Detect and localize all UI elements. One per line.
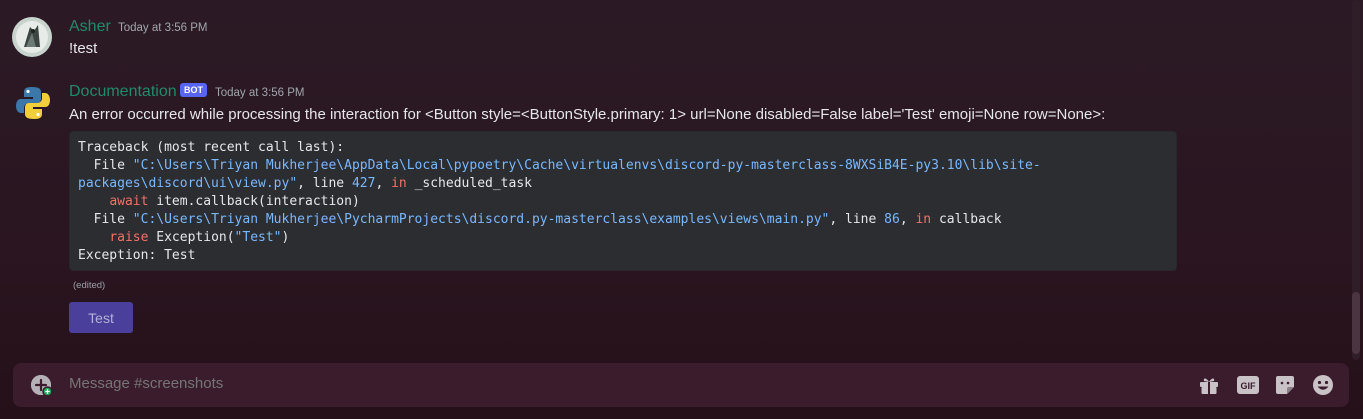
gif-label: GIF (1241, 381, 1257, 391)
gif-icon[interactable]: GIF (1236, 374, 1260, 396)
message-input[interactable] (69, 375, 1169, 392)
code-string: "Test" (234, 230, 282, 245)
code-number: 427 (351, 176, 376, 191)
sticker-icon[interactable] (1274, 374, 1298, 396)
gift-icon[interactable] (1198, 374, 1222, 396)
python-avatar-icon[interactable] (14, 84, 52, 122)
message-documentation: Documentation BOT Today at 3:56 PM An er… (0, 0, 1340, 340)
code-string: "C:\Users\Triyan Mukherjee\PycharmProjec… (132, 212, 830, 227)
username[interactable]: Documentation (69, 83, 177, 101)
timestamp: Today at 3:56 PM (215, 87, 305, 99)
code-string: packages\discord\ui\view.py" (78, 176, 298, 191)
code-text: , line (297, 176, 352, 191)
emoji-icon[interactable] (1312, 374, 1336, 396)
code-text: File (78, 158, 133, 173)
code-string: "C:\Users\Triyan Mukherjee\AppData\Local… (132, 158, 1041, 173)
code-text: , line (829, 212, 885, 227)
code-text: , (375, 176, 392, 191)
scrollbar-thumb[interactable] (1352, 292, 1360, 354)
code-keyword: in (915, 212, 932, 227)
message-text: An error occurred while processing the i… (69, 106, 1106, 123)
code-text: Exception( (148, 230, 235, 245)
bot-badge: BOT (180, 83, 207, 97)
code-text: File (78, 212, 133, 227)
add-icon[interactable] (31, 375, 53, 397)
message-composer: GIF (13, 363, 1349, 407)
code-line: Exception: Test (78, 248, 196, 263)
code-text: ) (281, 230, 290, 245)
code-text: , (899, 212, 916, 227)
code-text: _scheduled_task (406, 176, 532, 191)
code-block: Traceback (most recent call last): File … (69, 131, 1177, 271)
code-keyword: in (391, 176, 407, 191)
code-text: item.callback(interaction) (148, 194, 360, 209)
edited-label: (edited) (73, 280, 106, 291)
code-number: 86 (884, 212, 900, 227)
code-keyword: raise (109, 230, 149, 245)
test-button[interactable]: Test (69, 302, 133, 333)
code-keyword: await (109, 194, 149, 209)
code-text: callback (931, 212, 1002, 227)
code-line: Traceback (most recent call last): (78, 140, 345, 155)
